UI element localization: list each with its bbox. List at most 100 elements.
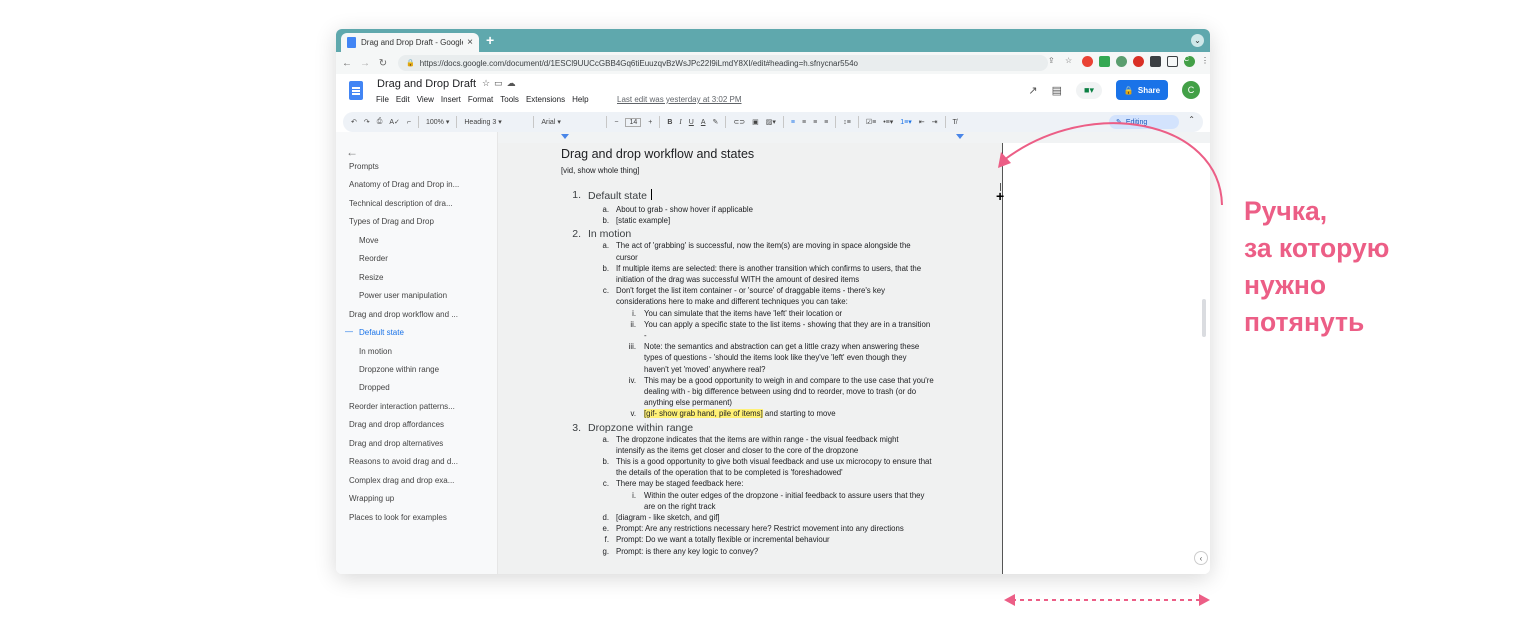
cloud-icon[interactable]: ☁ <box>507 78 520 88</box>
reload-icon[interactable]: ↻ <box>376 58 390 69</box>
scrollbar-thumb[interactable] <box>1202 299 1206 337</box>
print-icon[interactable]: ⎙ <box>377 118 383 126</box>
browser-tab[interactable]: Drag and Drop Draft - Google D × <box>341 33 479 52</box>
profile-avatar[interactable]: C <box>1184 56 1195 67</box>
docs-logo-icon[interactable] <box>349 81 363 100</box>
font-size-input[interactable]: 14 <box>625 117 642 127</box>
collapse-toolbar-icon[interactable]: ⌃ <box>1188 115 1195 124</box>
outline-item[interactable]: Wrapping up <box>349 494 394 503</box>
align-left-icon[interactable]: ≡ <box>791 119 795 126</box>
style-select[interactable]: Heading 3 ▾ <box>464 118 526 126</box>
highlight-icon[interactable]: ✎ <box>713 118 719 126</box>
chevron-left-icon[interactable]: ‹ <box>1194 551 1208 565</box>
bookmark-star-icon[interactable]: ☆ <box>1065 56 1076 67</box>
zoom-select[interactable]: 100% ▾ <box>426 118 449 126</box>
outline-item[interactable]: Resize <box>359 273 383 282</box>
decrease-font-size-button[interactable]: − <box>614 119 618 126</box>
image-icon[interactable]: ▨▾ <box>766 118 776 126</box>
numbered-list-icon[interactable]: 1≡▾ <box>900 118 912 126</box>
outline-item[interactable]: Drag and drop alternatives <box>349 439 443 448</box>
text-color-icon[interactable]: A <box>701 119 706 126</box>
paint-format-icon[interactable]: ⌐ <box>407 119 411 126</box>
extension-icon[interactable] <box>1133 56 1144 67</box>
document-line: intensify as the items get closer and cl… <box>616 446 858 455</box>
outline-item[interactable]: Dropzone within range <box>359 365 439 374</box>
star-icon[interactable]: ☆ <box>482 78 494 88</box>
share-button[interactable]: 🔒 Share <box>1116 80 1168 100</box>
editing-mode-select[interactable]: ✎ Editing <box>1109 115 1179 129</box>
outline-item[interactable]: — Default state <box>345 327 404 337</box>
extension-icon[interactable] <box>1082 56 1093 67</box>
document-canvas[interactable]: Drag and drop workflow and states [vid, s… <box>498 143 1002 574</box>
folder-icon[interactable]: ▭ <box>494 78 507 88</box>
menu-extensions[interactable]: Extensions <box>526 95 565 104</box>
share-page-icon[interactable]: ⇪ <box>1048 56 1059 67</box>
outline-item[interactable]: Types of Drag and Drop <box>349 217 434 226</box>
menu-tools[interactable]: Tools <box>500 95 519 104</box>
account-avatar[interactable]: C <box>1182 81 1200 99</box>
align-right-icon[interactable]: ≡ <box>813 119 817 126</box>
font-select[interactable]: Arial ▾ <box>541 118 599 126</box>
forward-arrow-icon[interactable]: → <box>358 58 372 69</box>
menu-view[interactable]: View <box>417 95 434 104</box>
menu-format[interactable]: Format <box>468 95 493 104</box>
meet-camera-icon[interactable]: ■▾ <box>1076 81 1102 99</box>
back-arrow-icon[interactable]: ← <box>346 145 358 159</box>
last-edit-link[interactable]: Last edit was yesterday at 3:02 PM <box>617 95 742 104</box>
new-tab-button[interactable]: + <box>486 32 494 48</box>
line-text: considerations here to make and differen… <box>616 297 848 307</box>
outline-item[interactable]: Places to look for examples <box>349 513 447 522</box>
outline-item[interactable]: Drag and drop workflow and ... <box>349 310 458 319</box>
extension-icon[interactable] <box>1116 56 1127 67</box>
redo-icon[interactable]: ↷ <box>364 118 370 126</box>
bulleted-list-icon[interactable]: •≡▾ <box>883 118 893 126</box>
line-text: [diagram - like sketch, and gif] <box>616 513 720 522</box>
outline-item[interactable]: Power user manipulation <box>359 291 447 300</box>
extension-icon[interactable] <box>1099 56 1110 67</box>
outline-item[interactable]: Reasons to avoid drag and d... <box>349 457 458 466</box>
decrease-indent-icon[interactable]: ⇤ <box>919 118 925 126</box>
menu-help[interactable]: Help <box>572 95 588 104</box>
url-input[interactable]: 🔒 https://docs.google.com/document/d/1ES… <box>398 55 1048 71</box>
outline-item[interactable]: Anatomy of Drag and Drop in... <box>349 180 459 189</box>
outline-item[interactable]: Technical description of dra... <box>349 199 453 208</box>
comments-icon[interactable]: ▤ <box>1052 84 1062 97</box>
increase-font-size-button[interactable]: + <box>648 119 652 126</box>
resize-handle[interactable]: + <box>995 183 1009 203</box>
increase-indent-icon[interactable]: ⇥ <box>932 118 938 126</box>
outline-item[interactable]: In motion <box>359 347 392 356</box>
justify-icon[interactable]: ≡ <box>824 119 828 126</box>
outline-item[interactable]: Move <box>359 236 379 245</box>
back-arrow-icon[interactable]: ← <box>340 58 354 69</box>
left-indent-marker[interactable] <box>561 134 569 139</box>
outline-item[interactable]: Reorder <box>359 254 388 263</box>
align-center-icon[interactable]: ≡ <box>802 119 806 126</box>
sidepanel-icon[interactable] <box>1167 56 1178 67</box>
activity-trend-icon[interactable]: ↗ <box>1028 84 1037 97</box>
comment-icon[interactable]: ▣ <box>752 118 759 126</box>
menu-edit[interactable]: Edit <box>396 95 410 104</box>
menu-insert[interactable]: Insert <box>441 95 461 104</box>
document-title[interactable]: Drag and Drop Draft <box>377 78 476 90</box>
clear-formatting-icon[interactable]: T̸ <box>953 119 957 126</box>
underline-icon[interactable]: U <box>689 119 694 126</box>
line-spacing-icon[interactable]: ↕≡ <box>843 119 851 126</box>
puzzle-icon[interactable] <box>1150 56 1161 67</box>
tab-close-icon[interactable]: × <box>467 37 473 48</box>
outline-item[interactable]: Dropped <box>359 383 390 392</box>
spellcheck-icon[interactable]: A✓ <box>389 118 400 126</box>
menu-file[interactable]: File <box>376 95 389 104</box>
outline-item[interactable]: Complex drag and drop exa... <box>349 476 454 485</box>
italic-icon[interactable]: I <box>679 118 681 126</box>
link-icon[interactable]: ⊂⊃ <box>733 118 745 126</box>
bold-icon[interactable]: B <box>667 119 672 126</box>
tab-search-button[interactable]: ⌄ <box>1191 34 1204 47</box>
right-indent-marker[interactable] <box>956 134 964 139</box>
horizontal-ruler[interactable] <box>498 132 1210 143</box>
checklist-icon[interactable]: ☑≡ <box>866 118 876 126</box>
outline-item[interactable]: Prompts <box>349 162 379 171</box>
outline-item[interactable]: Drag and drop affordances <box>349 420 444 429</box>
outline-item[interactable]: Reorder interaction patterns... <box>349 402 455 411</box>
undo-icon[interactable]: ↶ <box>351 118 357 126</box>
more-menu-icon[interactable]: ⋮ <box>1201 56 1210 67</box>
